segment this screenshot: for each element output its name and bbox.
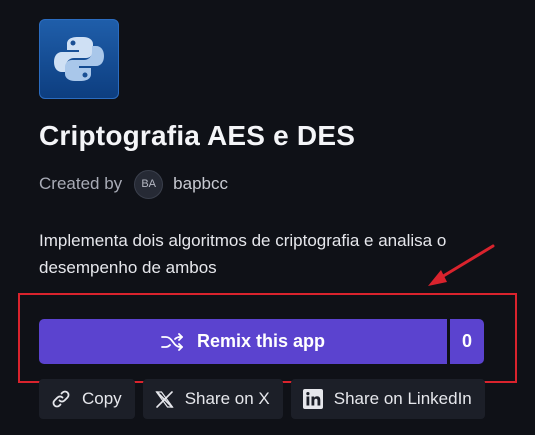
app-icon xyxy=(39,19,119,99)
shuffle-icon xyxy=(161,332,183,351)
app-title: Criptografia AES e DES xyxy=(39,120,356,151)
x-logo-icon xyxy=(155,390,174,409)
share-on-linkedin-button[interactable]: Share on LinkedIn xyxy=(290,379,485,419)
share-on-x-label: Share on X xyxy=(184,389,270,408)
link-icon xyxy=(51,389,71,409)
copy-button-label: Copy xyxy=(82,389,122,408)
linkedin-logo-icon xyxy=(302,389,323,409)
remix-button[interactable]: Remix this app xyxy=(39,319,447,364)
app-description: Implementa dois algoritmos de criptograf… xyxy=(39,231,447,277)
share-on-linkedin-label: Share on LinkedIn xyxy=(333,389,472,408)
avatar[interactable]: BA xyxy=(134,169,164,199)
remix-count-badge[interactable]: 0 xyxy=(450,319,484,364)
created-by-label: Created by xyxy=(39,174,123,193)
remix-button-label: Remix this app xyxy=(196,331,326,351)
copy-button[interactable]: Copy xyxy=(39,379,135,419)
python-logo-icon xyxy=(54,37,104,81)
share-actions: Copy Share on X Share on LinkedIn xyxy=(39,379,485,419)
creator-row: Created by BA bapbcc xyxy=(39,169,228,199)
creator-name-link[interactable]: bapbcc xyxy=(173,174,228,194)
share-on-x-button[interactable]: Share on X xyxy=(142,379,283,419)
